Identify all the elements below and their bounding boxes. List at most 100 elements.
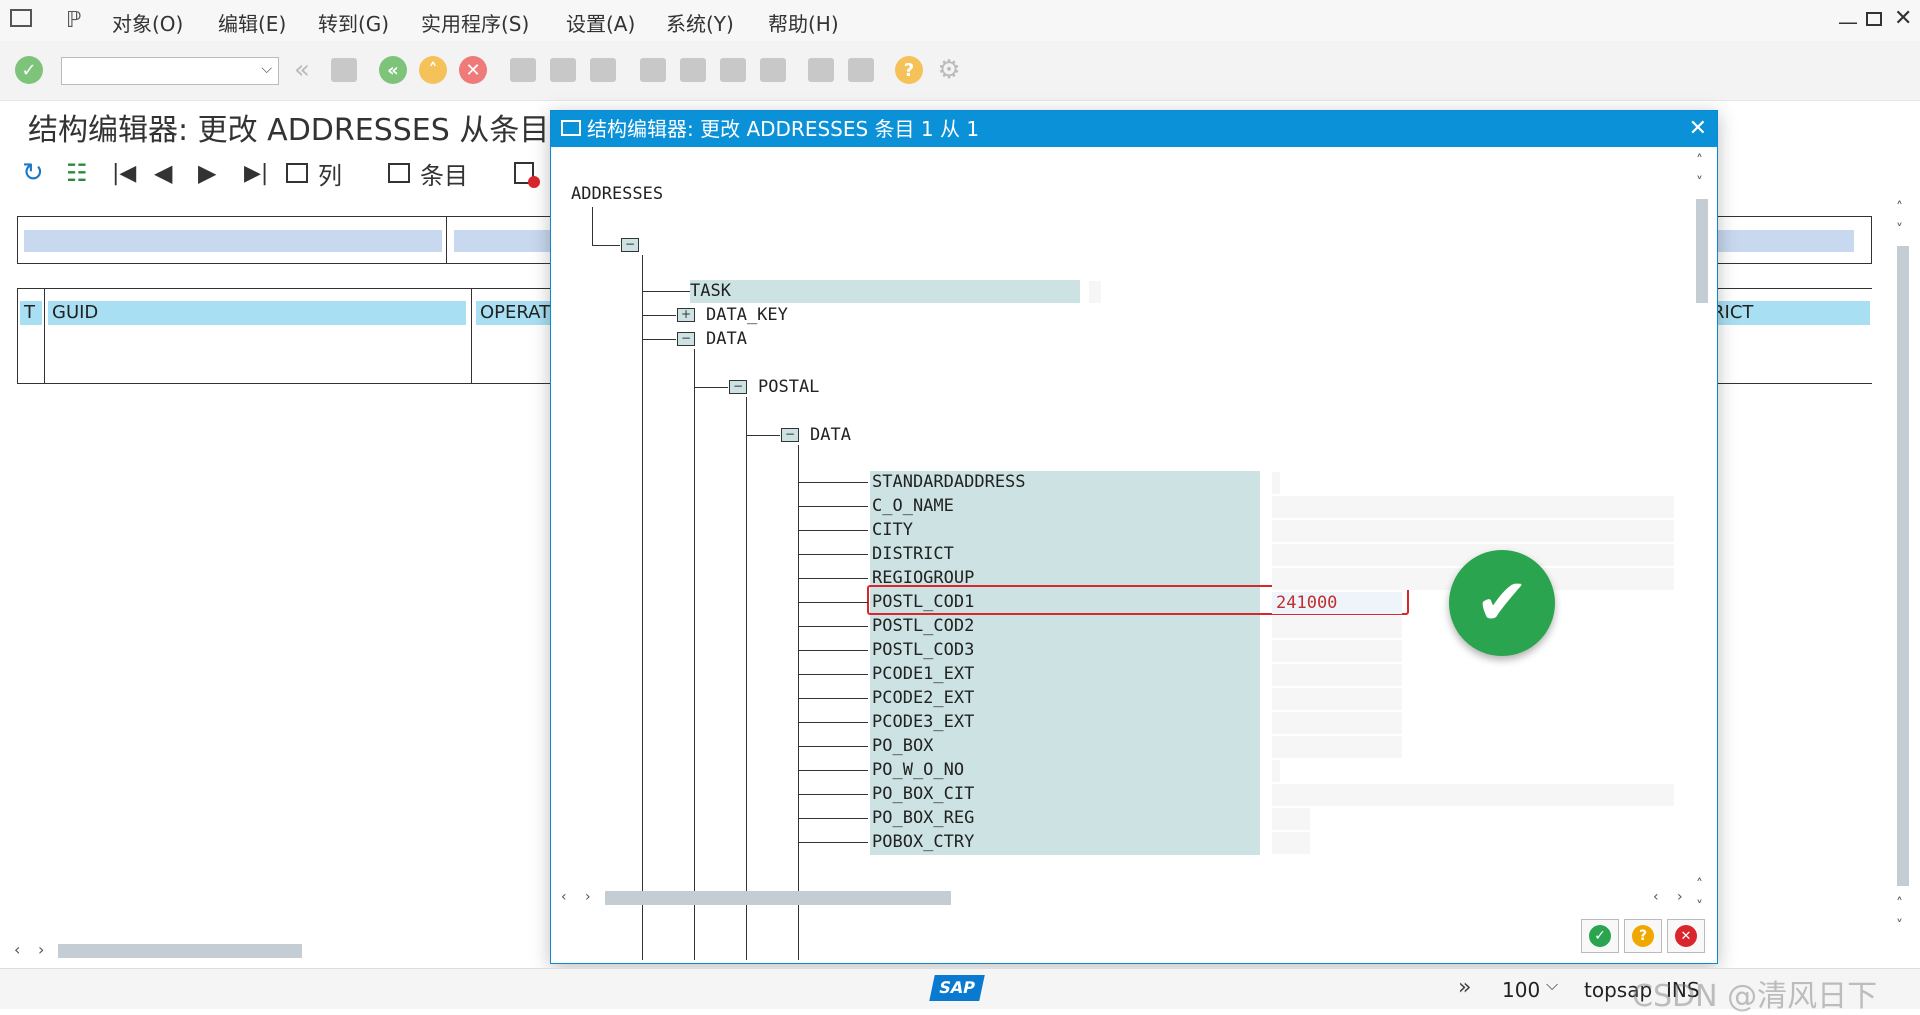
minimize-icon[interactable]: —	[1838, 10, 1858, 34]
expand-status-icon[interactable]: »	[1458, 975, 1471, 1000]
header-field-1	[24, 230, 442, 252]
find-icon[interactable]	[548, 55, 578, 85]
tree-connector	[798, 746, 868, 747]
menu-settings[interactable]: 设置(A)	[566, 8, 635, 37]
node-data[interactable]: DATA	[706, 328, 747, 350]
next-page-icon[interactable]	[718, 55, 748, 85]
field-value-input[interactable]	[1272, 736, 1402, 758]
restore-icon[interactable]	[1866, 12, 1882, 26]
previous-entry-icon[interactable]: ◀	[154, 158, 172, 188]
tree-connector	[798, 626, 868, 627]
columns-button[interactable]: 列	[286, 158, 342, 190]
tree-connector	[798, 506, 868, 507]
print-icon[interactable]	[508, 55, 538, 85]
tree-connector	[798, 650, 868, 651]
field-value-input[interactable]	[1272, 760, 1280, 782]
help-button[interactable]: ?	[1624, 919, 1662, 953]
gear-icon[interactable]: ⚙	[934, 55, 964, 85]
next-entry-icon[interactable]: ▶	[198, 158, 216, 188]
field-label: PCODE2_EXT	[872, 688, 975, 708]
command-field[interactable]: ⌵	[61, 57, 279, 85]
dialog-title: 结构编辑器: 更改 ADDRESSES 条目 1 从 1	[587, 117, 980, 141]
field-value-input[interactable]	[1272, 664, 1402, 686]
structure-editor-dialog: 结构编辑器: 更改 ADDRESSES 条目 1 从 1 ✕ ADDRESSES…	[550, 110, 1718, 964]
dialog-hscroll[interactable]: ‹ › ‹ ›	[559, 887, 1689, 909]
node-task[interactable]: TASK	[690, 280, 731, 302]
double-left-icon[interactable]: «	[287, 55, 317, 85]
menu-system[interactable]: 系统(Y)	[666, 8, 734, 37]
cancel-button[interactable]: ✕	[1667, 919, 1705, 953]
field-label: PCODE1_EXT	[872, 664, 975, 684]
field-value-input[interactable]	[1272, 520, 1674, 542]
field-value-input[interactable]	[1272, 496, 1674, 518]
root-folder-icon[interactable]: −	[621, 238, 639, 252]
field-value-input[interactable]	[1272, 832, 1310, 854]
menu-utilities[interactable]: 实用程序(S)	[421, 8, 529, 37]
cancel-icon[interactable]: ✕	[458, 55, 488, 85]
watermark: CSDN @清风日下	[1632, 979, 1878, 1014]
expand-data-key-icon[interactable]: +	[677, 308, 695, 322]
standard-toolbar: ✓ ⌵ « « ˄ ✕ ? ⚙	[0, 41, 1920, 101]
node-postal[interactable]: POSTAL	[758, 376, 819, 398]
first-entry-icon[interactable]: |◀	[112, 158, 136, 188]
task-field-bg	[690, 280, 1080, 303]
save-icon[interactable]	[329, 55, 359, 85]
tree-connector	[798, 482, 868, 483]
collapse-postal-icon[interactable]: −	[729, 380, 747, 394]
enter-icon[interactable]: ✓	[14, 55, 44, 85]
field-value-input[interactable]	[1272, 784, 1674, 806]
field-value-input[interactable]	[1272, 688, 1402, 710]
field-label: POSTL_COD3	[872, 640, 975, 660]
previous-page-icon[interactable]	[678, 55, 708, 85]
collapse-postal-data-icon[interactable]: −	[781, 428, 799, 442]
node-data-key[interactable]: DATA_KEY	[706, 304, 788, 326]
field-value-input[interactable]	[1272, 808, 1310, 830]
column-header-guid[interactable]: GUID	[48, 301, 466, 325]
column-header-district[interactable]: RICT	[1708, 301, 1870, 325]
new-session-icon[interactable]	[806, 55, 836, 85]
last-page-icon[interactable]	[758, 55, 788, 85]
field-value-input[interactable]	[1272, 712, 1402, 734]
tree-connector	[798, 722, 868, 723]
collapse-data-icon[interactable]: −	[677, 332, 695, 346]
help-icon[interactable]: ?	[894, 55, 924, 85]
field-label: PO_BOX_REG	[872, 808, 975, 828]
menu-object[interactable]: 对象(O)	[112, 8, 183, 37]
zoom-chevron-icon[interactable]: ⌵	[1546, 975, 1558, 995]
dialog-menu-icon[interactable]	[561, 120, 581, 136]
field-value-input[interactable]	[1272, 472, 1280, 494]
entries-button[interactable]: 条目	[388, 158, 468, 190]
last-entry-icon[interactable]: ▶|	[244, 158, 268, 188]
menu-goto[interactable]: 转到(G)	[318, 8, 389, 37]
node-postal-data[interactable]: DATA	[810, 424, 851, 446]
menu-help[interactable]: 帮助(H)	[768, 8, 839, 37]
exit-icon[interactable]: ˄	[418, 55, 448, 85]
menu-edit[interactable]: 编辑(E)	[218, 8, 286, 37]
hierarchy-icon[interactable]: ☷	[66, 158, 88, 188]
first-page-icon[interactable]	[638, 55, 668, 85]
back-icon[interactable]: «	[378, 55, 408, 85]
confirm-button[interactable]: ✓	[1581, 919, 1619, 953]
close-window-icon[interactable]: ✕	[1894, 6, 1912, 31]
cancel-icon: ✕	[1675, 925, 1697, 947]
column-header-t[interactable]: T	[20, 301, 42, 325]
zoom-level[interactable]: 100	[1502, 978, 1540, 1002]
field-value-input[interactable]	[1272, 640, 1402, 662]
dialog-vscroll[interactable]: ˄ ˅ ˄ ˅	[1691, 151, 1713, 961]
delete-entry-icon[interactable]	[514, 158, 540, 188]
field-label: PO_BOX	[872, 736, 934, 756]
background-vscroll[interactable]: ˄ ˅ ˄ ˅	[1892, 196, 1914, 936]
find-next-icon[interactable]	[588, 55, 618, 85]
shortcut-icon[interactable]	[846, 55, 876, 85]
background-hscroll[interactable]: ‹ ›	[10, 940, 550, 962]
dialog-close-icon[interactable]: ✕	[1689, 111, 1707, 147]
task-value[interactable]	[1089, 281, 1101, 303]
field-value-input[interactable]: 241000	[1272, 592, 1402, 614]
entries-label: 条目	[420, 161, 468, 190]
refresh-icon[interactable]: ↻	[22, 158, 44, 188]
transaction-icon[interactable]: ℙ	[66, 8, 81, 33]
field-label: PCODE3_EXT	[872, 712, 975, 732]
app-menu-icon[interactable]	[10, 9, 32, 27]
field-value-input[interactable]	[1272, 616, 1402, 638]
tree-connector	[798, 818, 868, 819]
